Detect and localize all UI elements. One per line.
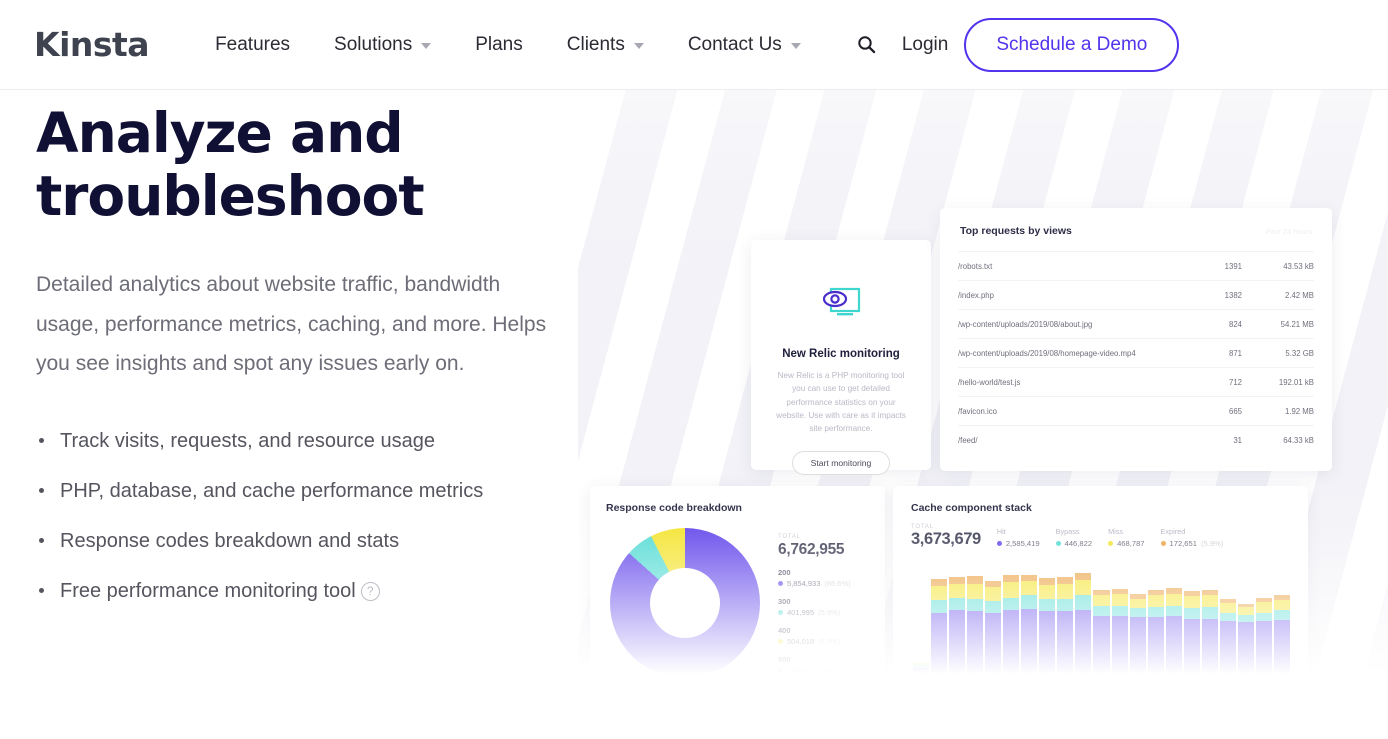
nav-label: Solutions (334, 33, 413, 55)
chevron-down-icon (421, 43, 432, 49)
bullet-text: Response codes breakdown and stats (60, 529, 400, 552)
nav-label: Plans (475, 33, 523, 55)
primary-nav-links: Features Solutions Plans Clients Contact… (193, 34, 823, 56)
nav-actions: Login Schedule a Demo (837, 17, 1180, 72)
nav-item-solutions[interactable]: Solutions (312, 34, 453, 56)
kinsta-logo[interactable]: Kinsta (34, 28, 150, 61)
search-button[interactable] (837, 35, 896, 54)
top-navigation-bar: Kinsta Features Solutions Plans Clients … (0, 0, 1388, 90)
schedule-demo-button[interactable]: Schedule a Demo (964, 17, 1180, 72)
chevron-down-icon (633, 43, 644, 49)
search-icon (858, 36, 876, 54)
nav-item-plans[interactable]: Plans (453, 34, 545, 56)
feature-bullet-list: Track visits, requests, and resource usa… (36, 422, 576, 611)
nav-item-contact-us[interactable]: Contact Us (666, 34, 823, 56)
list-item: PHP, database, and cache performance met… (36, 472, 576, 511)
help-question-icon[interactable]: ? (360, 581, 380, 601)
nav-item-clients[interactable]: Clients (545, 34, 666, 56)
bullet-text: Track visits, requests, and resource usa… (60, 429, 435, 452)
background-fade-overlay (578, 90, 1388, 739)
list-item: Free performance monitoring tool? (36, 572, 576, 611)
nav-label: Features (215, 33, 291, 55)
hero-section: Analyze and troubleshoot Detailed analyt… (0, 90, 1388, 739)
hero-description: Detailed analytics about website traffic… (36, 273, 547, 376)
bullet-text: PHP, database, and cache performance met… (60, 479, 484, 502)
hero-text-column: Analyze and troubleshoot Detailed analyt… (36, 102, 576, 622)
nav-item-features[interactable]: Features (193, 34, 312, 56)
chevron-down-icon (790, 43, 801, 49)
nav-label: Clients (566, 33, 625, 55)
bullet-text: Free performance monitoring tool (60, 579, 356, 602)
dashboard-illustration: New Relic monitoring New Relic is a PHP … (578, 90, 1388, 739)
page-title: Analyze and troubleshoot (36, 101, 425, 228)
list-item: Response codes breakdown and stats (36, 522, 576, 561)
nav-label: Contact Us (687, 33, 782, 55)
list-item: Track visits, requests, and resource usa… (36, 422, 576, 461)
login-link[interactable]: Login (896, 34, 965, 56)
